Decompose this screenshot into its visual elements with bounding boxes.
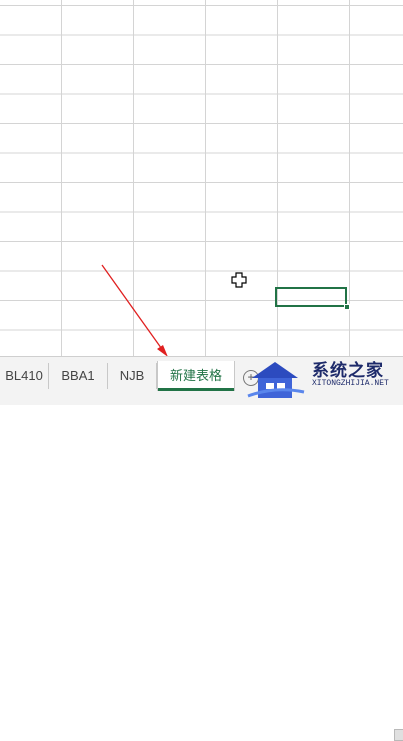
house-logo-icon	[247, 362, 305, 398]
sheet-tab-label: NJB	[119, 368, 145, 383]
sheet-tab-label: 新建表格	[169, 368, 222, 383]
sheet-tab-njb[interactable]: NJB	[108, 363, 157, 389]
sheet-tab-bl410[interactable]: BL410	[0, 363, 49, 389]
watermark: 系统之家 XITONGZHIJIA.NET	[240, 352, 403, 404]
tab-scroll-button[interactable]	[394, 729, 403, 741]
sheet-tab-label: BL410	[5, 368, 43, 383]
sheet-tab-new-table[interactable]: 新建表格	[157, 361, 235, 391]
sheet-tab-label: BBA1	[61, 368, 95, 383]
sheet-tab-bba1[interactable]: BBA1	[49, 363, 108, 389]
watermark-subtitle: XITONGZHIJIA.NET	[312, 379, 389, 388]
annotation-arrow-icon	[101, 264, 168, 357]
watermark-title: 系统之家	[312, 361, 384, 380]
